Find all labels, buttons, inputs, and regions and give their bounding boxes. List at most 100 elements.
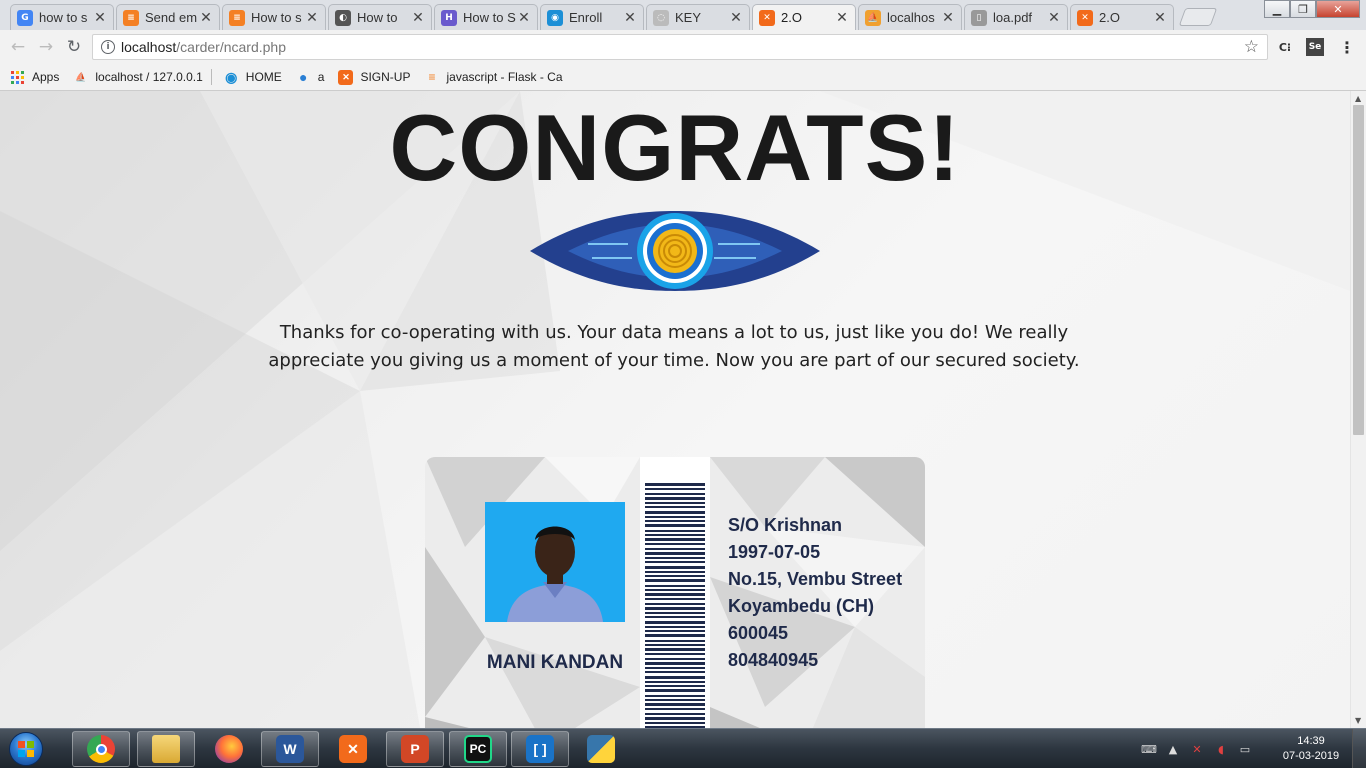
barcode-bar [645,648,705,651]
barcode-bar [645,593,705,596]
eye-logo-icon: ◉ [225,68,238,85]
tab-title: 2.O [781,10,802,25]
volume-muted-icon[interactable]: ◖ [1212,741,1230,757]
url-host: localhost [121,39,177,55]
barcode-bar [645,543,705,545]
browser-tab[interactable]: ✕ 2.O ✕ [1070,4,1174,30]
apps-grid-icon [10,70,25,85]
clock-date: 07-03-2019 [1282,750,1340,762]
browser-tab[interactable]: ▯ loa.pdf ✕ [964,4,1068,30]
windows-logo-icon [9,732,43,766]
menu-dots-icon[interactable]: ⋮ [1338,38,1356,57]
barcode-bar [645,713,705,715]
scroll-down-icon[interactable]: ▼ [1355,716,1361,725]
taskbar-chrome[interactable] [72,731,130,767]
bookmark-star-icon[interactable]: ☆ [1244,37,1259,57]
browser-tab[interactable]: ✕ 2.O ✕ [752,4,856,30]
minimize-button[interactable]: ▁ [1264,0,1290,18]
barcode-bar [645,488,705,490]
browser-tab[interactable]: H How to S ✕ [434,4,538,30]
browser-tab[interactable]: Ghow to s ✕ [10,4,114,30]
browser-tab[interactable]: ⛵ localhos ✕ [858,4,962,30]
barcode-bar [645,502,705,504]
taskbar-powerpoint[interactable]: P [386,731,444,767]
stackoverflow-icon: ≡ [428,70,436,84]
chrome-icon [87,735,115,763]
tab-close-icon[interactable]: ✕ [623,10,637,26]
browser-tab[interactable]: ≡ Send em ✕ [116,4,220,30]
tab-close-icon[interactable]: ✕ [1153,10,1167,26]
selenium-extension-icon[interactable]: Se [1306,38,1324,56]
barcode-bar [645,566,705,569]
taskbar-pycharm[interactable]: PC [449,731,507,767]
info-icon[interactable]: i [101,40,115,54]
bookmark-a[interactable]: ● a [296,69,324,85]
scroll-up-icon[interactable]: ▲ [1355,94,1361,103]
guardian-line: S/O Krishnan [728,515,843,535]
barcode-bar [645,644,705,646]
back-arrow-icon[interactable]: ← [8,37,28,57]
bookmark-flask[interactable]: ≡ javascript - Flask - Ca [424,70,562,85]
taskbar-firefox[interactable] [200,731,258,767]
action-center-icon[interactable]: ▭ [1236,741,1254,757]
barcode-bar [645,483,705,486]
reload-icon[interactable]: ↻ [64,37,84,57]
barcode-bar [645,634,705,637]
bookmark-label: javascript - Flask - Ca [446,70,563,84]
bookmark-localhost[interactable]: ⛵ localhost / 127.0.0.1 [73,70,203,85]
bookmark-apps[interactable]: Apps [10,70,59,85]
tab-title: Send em [145,10,198,25]
new-tab-button[interactable] [1178,8,1218,26]
maximize-button[interactable]: ❐ [1290,0,1316,18]
barcode-bar [645,717,705,720]
scroll-thumb[interactable] [1353,105,1364,435]
barcode-bar [645,695,705,697]
taskbar-explorer[interactable] [137,731,195,767]
tab-close-icon[interactable]: ✕ [835,10,849,26]
clock[interactable]: 14:39 07-03-2019 [1276,734,1346,764]
taskbar-word[interactable]: W [261,731,319,767]
close-window-button[interactable]: ✕ [1316,0,1360,18]
browser-tab[interactable]: ◌ KEY ✕ [646,4,750,30]
bookmark-signup[interactable]: ✕ SIGN-UP [338,69,410,85]
loading-icon: ◌ [653,9,669,26]
profile-photo [485,502,625,622]
browser-tab[interactable]: ◉ Enroll ✕ [540,4,644,30]
tab-close-icon[interactable]: ✕ [93,10,107,26]
tab-close-icon[interactable]: ✕ [941,10,955,26]
tab-close-icon[interactable]: ✕ [517,10,531,26]
tray-expand-icon[interactable]: ▲ [1164,741,1182,757]
show-desktop-button[interactable] [1352,729,1366,768]
barcode-bar [645,561,705,563]
tab-close-icon[interactable]: ✕ [199,10,213,26]
keyboard-icon[interactable]: ⌨ [1140,741,1158,757]
network-icon[interactable]: ✕ [1188,741,1206,757]
thank-you-message: Thanks for co-operating with us. Your da… [268,322,1080,371]
bookmark-home[interactable]: ◉ HOME [224,68,282,85]
taskbar-xampp[interactable]: ✕ [324,731,382,767]
brackets-icon: [ ] [526,735,554,763]
stackoverflow-icon: ≡ [229,9,245,26]
tab-close-icon[interactable]: ✕ [1047,10,1061,26]
extension-c-icon[interactable]: C⁝ [1276,38,1294,56]
tab-list: Ghow to s ✕ ≡ Send em ✕ ≡ How to s ✕ ◐ How to ✕ H Ho… [10,4,1176,30]
browser-tab[interactable]: ◐ How to ✕ [328,4,432,30]
start-button[interactable] [4,731,48,767]
barcode-bar [645,699,705,701]
barcode-bar [645,579,705,582]
barcode-bar [645,589,705,591]
taskbar-python[interactable] [572,731,630,767]
browser-tab[interactable]: ≡ How to s ✕ [222,4,326,30]
python-icon [587,735,615,763]
forward-arrow-icon[interactable]: → [36,37,56,57]
page-scrollbar[interactable]: ▲ ▼ [1350,91,1366,728]
barcode-bar [645,708,705,710]
tab-close-icon[interactable]: ✕ [411,10,425,26]
url-text[interactable]: localhost/carder/ncard.php [121,39,286,55]
barcode-bar [645,685,705,687]
taskbar-brackets[interactable]: [ ] [511,731,569,767]
tab-close-icon[interactable]: ✕ [729,10,743,26]
tab-close-icon[interactable]: ✕ [305,10,319,26]
address-bar[interactable]: i localhost/carder/ncard.php ☆ [92,34,1268,60]
barcode-bar [645,552,705,555]
